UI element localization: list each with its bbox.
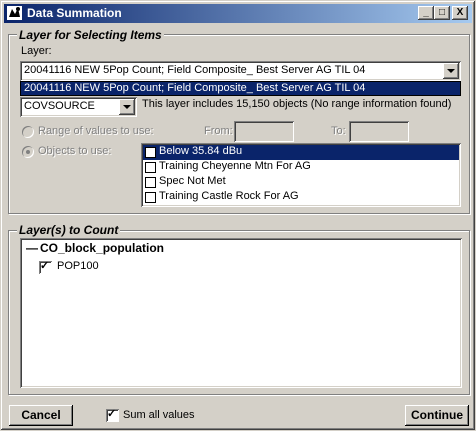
object-checkbox[interactable] bbox=[145, 147, 156, 158]
layer-dropdown-arrow-icon[interactable] bbox=[443, 63, 459, 79]
object-label: Training Cheyenne Mtn For AG bbox=[159, 160, 311, 172]
to-label: To: bbox=[331, 125, 346, 137]
objects-label: Objects to use: bbox=[38, 145, 112, 157]
maximize-button[interactable]: □ bbox=[434, 6, 450, 20]
range-label: Range of values to use: bbox=[38, 125, 154, 137]
count-layer-tree[interactable]: — CO_block_population POP100 bbox=[20, 238, 462, 388]
select-layer-legend: Layer for Selecting Items bbox=[17, 28, 164, 42]
cancel-button[interactable]: Cancel bbox=[9, 405, 73, 426]
layer-label: Layer: bbox=[21, 45, 52, 57]
object-checkbox[interactable] bbox=[145, 162, 156, 173]
count-layer-legend: Layer(s) to Count bbox=[17, 223, 121, 237]
object-label: Training Castle Rock For AG bbox=[159, 190, 299, 202]
from-label: From: bbox=[204, 125, 233, 137]
range-radio[interactable] bbox=[22, 126, 34, 138]
pop100-checkbox[interactable] bbox=[39, 259, 52, 274]
layer-dropdown-option[interactable]: 20041116 NEW 5Pop Count; Field Composite… bbox=[24, 82, 365, 94]
object-label: Spec Not Met bbox=[159, 175, 226, 187]
objects-radio[interactable] bbox=[22, 146, 34, 158]
field-dropdown-value: COVSOURCE bbox=[24, 100, 95, 112]
to-input[interactable] bbox=[349, 121, 409, 142]
object-checkbox[interactable] bbox=[145, 192, 156, 203]
from-input[interactable] bbox=[234, 121, 294, 142]
layer-dropdown-list[interactable]: 20041116 NEW 5Pop Count; Field Composite… bbox=[20, 81, 461, 96]
tree-root-label[interactable]: CO_block_population bbox=[40, 241, 164, 255]
list-item[interactable]: Spec Not Met bbox=[143, 175, 459, 190]
continue-button[interactable]: Continue bbox=[405, 405, 469, 426]
object-checkbox[interactable] bbox=[145, 177, 156, 188]
object-label: Below 35.84 dBu bbox=[159, 145, 243, 157]
list-item[interactable]: Below 35.84 dBu bbox=[143, 145, 459, 160]
window-title: Data Summation bbox=[27, 6, 122, 20]
objects-list[interactable]: Below 35.84 dBu Training Cheyenne Mtn Fo… bbox=[141, 143, 461, 207]
layer-info-text: This layer includes 15,150 objects (No r… bbox=[142, 98, 452, 110]
field-dropdown-arrow-icon[interactable] bbox=[119, 99, 135, 115]
title-bar[interactable]: Data Summation _ □ X bbox=[4, 4, 472, 23]
layer-dropdown-value: 20041116 NEW 5Pop Count; Field Composite… bbox=[24, 64, 366, 76]
close-button[interactable]: X bbox=[452, 6, 468, 20]
list-item[interactable]: Training Cheyenne Mtn For AG bbox=[143, 160, 459, 175]
tree-collapse-icon[interactable]: — bbox=[26, 241, 38, 255]
layer-dropdown[interactable]: 20041116 NEW 5Pop Count; Field Composite… bbox=[20, 61, 461, 81]
sum-all-checkbox[interactable] bbox=[106, 407, 119, 422]
minimize-button[interactable]: _ bbox=[418, 6, 434, 20]
field-dropdown[interactable]: COVSOURCE bbox=[20, 97, 137, 117]
data-summation-window: Data Summation _ □ X Layer for Selecting… bbox=[0, 0, 476, 431]
list-item[interactable]: Training Castle Rock For AG bbox=[143, 190, 459, 205]
sum-all-label[interactable]: Sum all values bbox=[123, 409, 195, 421]
tree-child-label[interactable]: POP100 bbox=[57, 260, 99, 272]
app-icon bbox=[7, 6, 22, 20]
